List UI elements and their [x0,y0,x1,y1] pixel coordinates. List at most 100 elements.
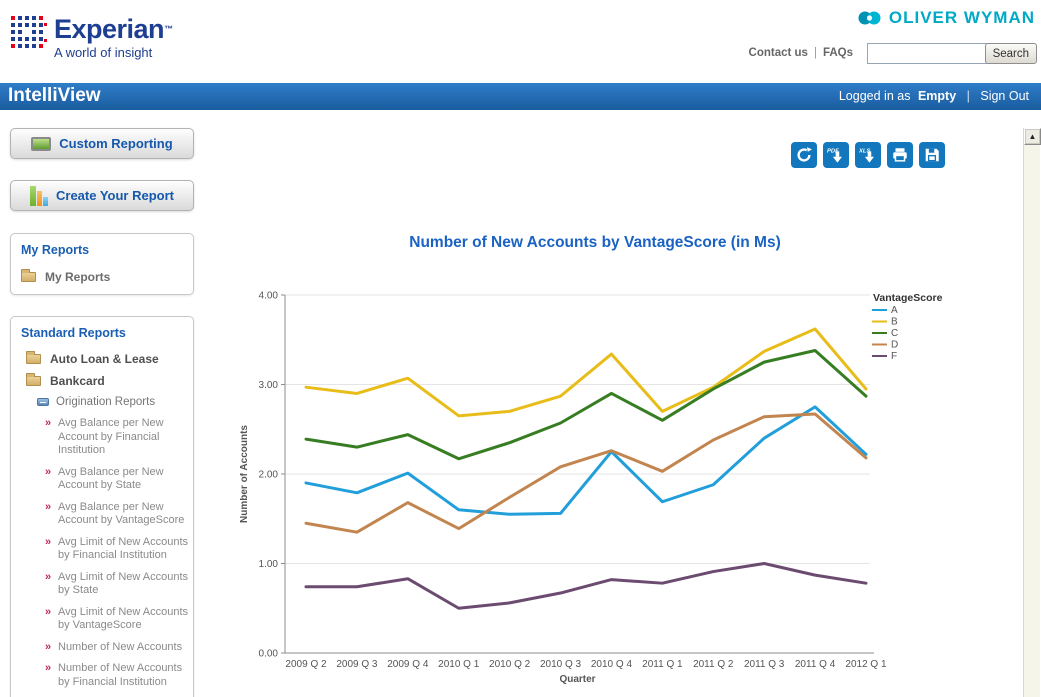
custom-reporting-label: Custom Reporting [59,136,172,151]
oliver-wyman-icon [857,10,883,26]
report-link-label: Avg Limit of New Accounts by State [58,571,188,597]
legend-title: VantageScore [873,292,943,304]
tree-folder-label: Auto Loan & Lease [50,352,159,366]
standard-reports-heading: Standard Reports [11,317,193,340]
legend-label-A: A [891,305,898,316]
session-divider: | [967,89,970,103]
header-links: Contact us | FAQs [749,47,853,59]
report-link-label: Number of New Accounts by Financial Inst… [58,662,182,688]
y-tick-label: 1.00 [259,559,279,570]
chevron-right-icon: » [45,417,51,431]
report-link-label: Avg Limit of New Accounts by Financial I… [58,536,188,562]
intelliview-page: Experian™ A world of insight OLIVER WYMA… [0,0,1041,697]
tree-folder[interactable]: Bankcard [26,374,193,388]
series-line-D [306,414,866,532]
tree-subfolder[interactable]: Origination Reports [37,396,193,408]
x-tick-label: 2009 Q 3 [336,659,378,670]
x-tick-label: 2012 Q 1 [845,659,887,670]
tree-folder[interactable]: Auto Loan & Lease [26,352,193,366]
report-link-label: Avg Limit of New Accounts by VantageScor… [58,606,188,632]
x-tick-label: 2011 Q 4 [795,659,836,670]
chevron-right-icon: » [45,501,51,515]
series-line-B [306,329,866,416]
my-reports-folder-label: My Reports [45,270,110,284]
refresh-icon[interactable] [791,142,817,168]
oliver-wyman-logo: OLIVER WYMAN [857,8,1035,28]
logged-in-label: Logged in as [839,89,911,103]
faqs-link[interactable]: FAQs [823,47,853,59]
y-axis-title: Number of Accounts [240,425,250,523]
chevron-right-icon: » [45,466,51,480]
report-link[interactable]: » Avg Balance per New Account by VantageS… [45,501,194,528]
chevron-right-icon: » [45,606,51,620]
x-tick-label: 2010 Q 2 [489,659,531,670]
logged-in-user: Empty [918,89,956,103]
report-link[interactable]: » Avg Balance per New Account by Financia… [45,417,194,458]
folder-icon [26,354,41,364]
print-icon[interactable] [887,142,913,168]
report-link-label: Avg Balance per New Account by VantageSc… [58,501,184,527]
x-axis-title: Quarter [559,674,595,685]
report-link-label: Number of New Accounts [58,641,182,653]
bar-chart-icon [30,186,48,206]
app-title: IntelliView [8,85,101,107]
report-link[interactable]: » Number of New Accounts by Financial Ins… [45,662,194,689]
folder-icon [21,272,36,282]
xls-download-icon[interactable]: XLS [855,142,881,168]
x-tick-label: 2010 Q 1 [438,659,480,670]
navbar: IntelliView Logged in as Empty | Sign Ou… [0,83,1041,110]
chevron-right-icon: » [45,662,51,676]
series-line-F [306,564,866,609]
report-link[interactable]: » Avg Limit of New Accounts by State [45,571,194,598]
x-tick-label: 2010 Q 4 [591,659,633,670]
search-input[interactable] [867,43,990,64]
contact-us-link[interactable]: Contact us [749,47,808,59]
chart-title: Number of New Accounts by VantageScore (… [250,234,940,252]
y-tick-label: 4.00 [259,291,279,302]
legend-label-D: D [891,340,898,351]
chart-toolbar: PDF XLS [791,142,945,168]
reports-icon [37,398,49,406]
header-links-divider: | [814,47,817,59]
chevron-right-icon: » [45,641,51,655]
experian-tagline: A world of insight [54,45,173,60]
legend-label-F: F [891,351,897,362]
create-your-report-label: Create Your Report [56,188,174,203]
scroll-up-arrow-icon[interactable]: ▲ [1024,128,1041,145]
my-reports-heading: My Reports [11,234,193,257]
folder-icon [26,376,41,386]
x-tick-label: 2011 Q 3 [744,659,785,670]
report-link-label: Avg Balance per New Account by Financial… [58,417,164,456]
create-your-report-button[interactable]: Create Your Report [10,180,194,211]
report-link[interactable]: » Avg Limit of New Accounts by VantageSco… [45,606,194,633]
line-chart: 0.001.002.003.004.002009 Q 22009 Q 32009… [240,285,1035,695]
pdf-download-icon[interactable]: PDF [823,142,849,168]
report-link[interactable]: » Avg Balance per New Account by State [45,466,194,493]
tree-folder-label: Bankcard [50,374,105,388]
y-tick-label: 3.00 [259,380,279,391]
x-tick-label: 2010 Q 3 [540,659,582,670]
save-icon[interactable] [919,142,945,168]
my-reports-panel: My Reports My Reports [10,233,194,295]
chevron-right-icon: » [45,536,51,550]
report-link-label: Avg Balance per New Account by State [58,466,164,492]
oliver-wyman-wordmark: OLIVER WYMAN [889,8,1035,28]
report-link[interactable]: » Avg Limit of New Accounts by Financial … [45,536,194,563]
sign-out-link[interactable]: Sign Out [980,89,1029,103]
experian-logo: Experian™ A world of insight [10,14,173,60]
series-line-A [306,407,866,514]
header: Experian™ A world of insight OLIVER WYMA… [0,0,1041,83]
chevron-right-icon: » [45,571,51,585]
report-link[interactable]: » Number of New Accounts [45,641,194,655]
x-tick-label: 2011 Q 1 [642,659,683,670]
my-reports-folder-item[interactable]: My Reports [21,270,193,284]
vertical-scrollbar[interactable]: ▲ [1023,128,1040,697]
y-tick-label: 2.00 [259,470,279,481]
experian-dots-icon [10,14,48,56]
custom-reporting-button[interactable]: Custom Reporting [10,128,194,159]
monitor-icon [31,137,51,151]
report-tree: Auto Loan & Lease Bankcard Origination Rep… [11,352,193,697]
legend-label-C: C [891,328,898,339]
tree-subfolder-label: Origination Reports [56,396,155,408]
search-button[interactable]: Search [985,43,1037,64]
